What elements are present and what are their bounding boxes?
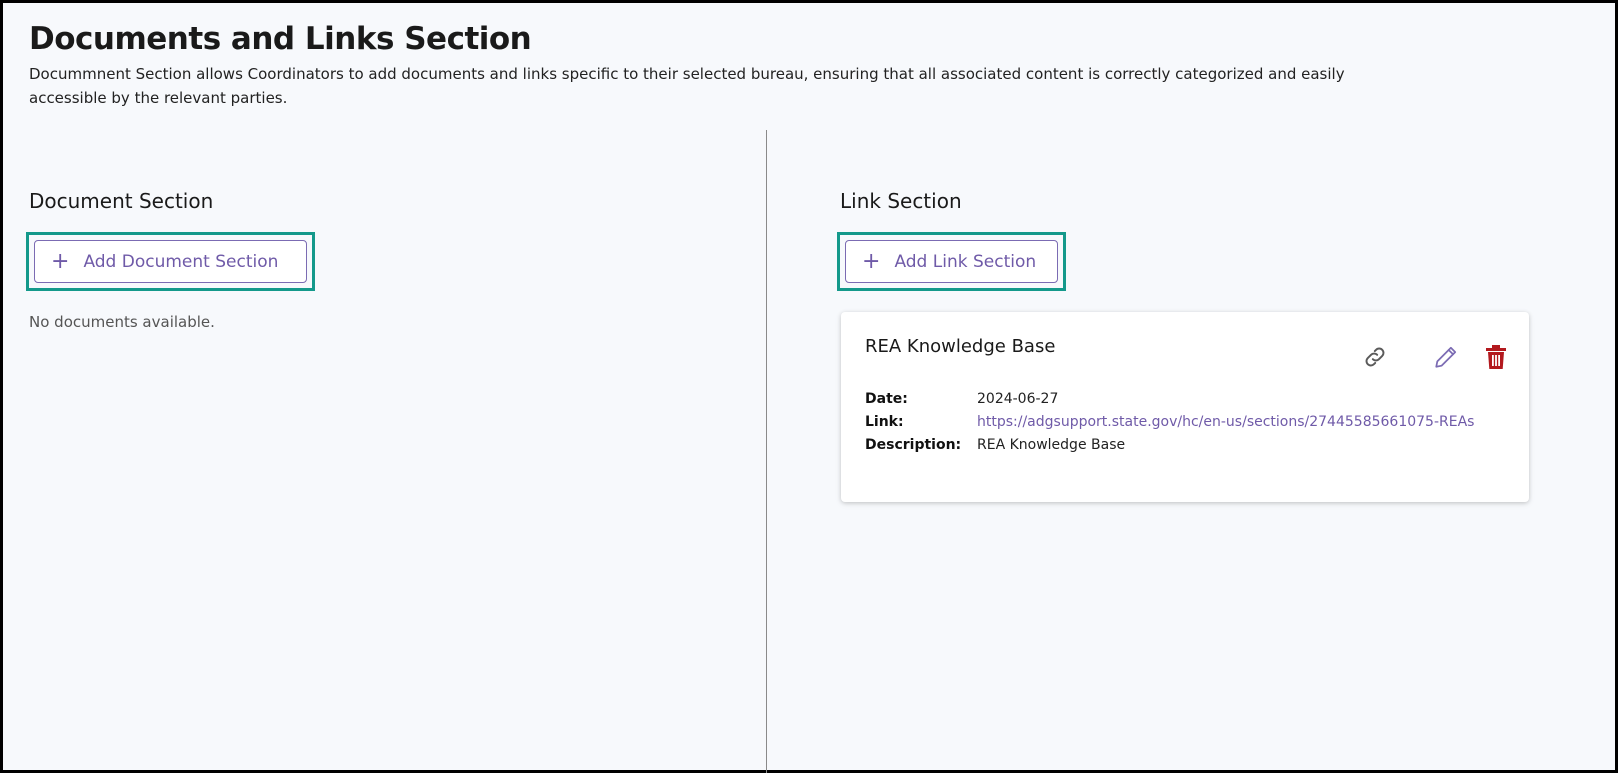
delete-link-button[interactable] — [1481, 342, 1511, 372]
edit-link-button[interactable] — [1431, 342, 1461, 372]
description-row: Description: REA Knowledge Base — [865, 434, 1487, 457]
date-label: Date: — [865, 391, 908, 407]
add-document-section-button[interactable]: + Add Document Section — [34, 240, 307, 283]
add-document-highlight: + Add Document Section — [26, 232, 315, 291]
documents-links-page: Documents and Links Section Docummnent S… — [0, 0, 1618, 773]
description-label: Description: — [865, 437, 962, 453]
link-card: REA Knowledge Base Date: 2024-06-27 Link… — [841, 312, 1529, 502]
description-value: REA Knowledge Base — [977, 437, 1126, 453]
add-document-section-label: Add Document Section — [83, 251, 279, 272]
add-link-section-label: Add Link Section — [894, 251, 1037, 272]
page-title: Documents and Links Section — [29, 21, 532, 57]
no-documents-message: No documents available. — [29, 313, 215, 331]
add-link-section-button[interactable]: + Add Link Section — [845, 240, 1058, 283]
link-section-title: Link Section — [840, 189, 962, 213]
add-link-highlight: + Add Link Section — [837, 232, 1066, 291]
date-row: Date: 2024-06-27 — [865, 388, 1487, 411]
page-description: Docummnent Section allows Coordinators t… — [29, 65, 1345, 107]
date-value: 2024-06-27 — [977, 391, 1059, 407]
document-section-title: Document Section — [29, 189, 214, 213]
link-label: Link: — [865, 414, 904, 430]
link-url[interactable]: https://adgsupport.state.gov/hc/en-us/se… — [977, 411, 1487, 434]
plus-icon: + — [862, 248, 881, 274]
link-card-details: Date: 2024-06-27 Link: https://adgsuppor… — [865, 388, 1487, 457]
link-row: Link: https://adgsupport.state.gov/hc/en… — [865, 411, 1487, 434]
link-card-title: REA Knowledge Base — [865, 336, 1056, 357]
open-link-button[interactable] — [1360, 342, 1390, 372]
edit-icon — [1435, 346, 1457, 368]
delete-icon — [1486, 345, 1506, 369]
plus-icon: + — [51, 248, 70, 274]
column-divider — [766, 130, 767, 773]
link-icon — [1365, 347, 1385, 367]
